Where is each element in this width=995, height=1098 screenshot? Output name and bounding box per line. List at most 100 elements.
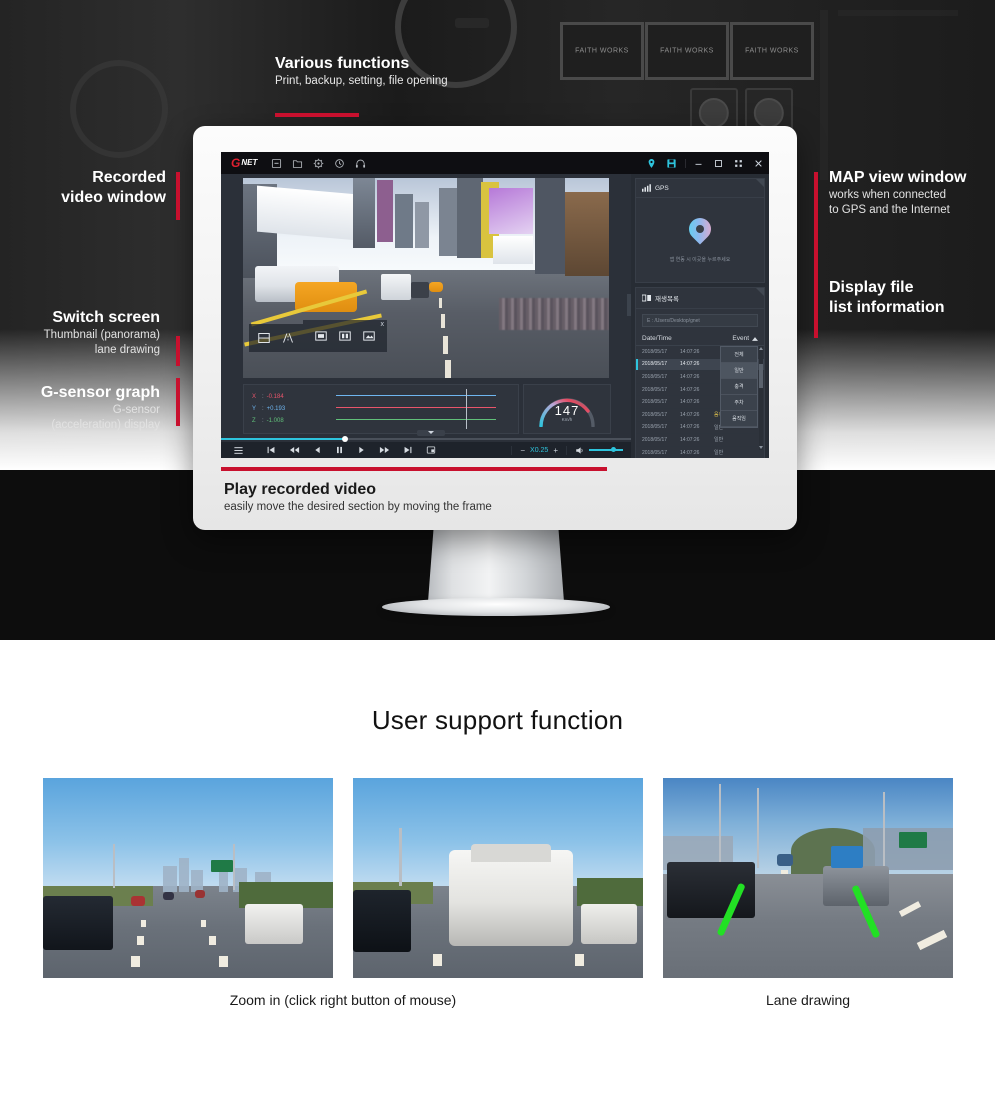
headphone-icon[interactable] [355,158,366,169]
clock-icon[interactable] [334,158,345,169]
single-view-icon[interactable] [314,330,328,342]
scroll-up-arrow[interactable] [759,347,763,350]
annotation-title: Play recorded video [224,481,377,498]
settings-icon[interactable] [313,158,324,169]
close-button[interactable] [754,159,763,168]
row-date: 2018/05/17 [642,386,668,393]
skip-to-start-icon[interactable] [266,445,276,455]
photo-pole [883,792,885,868]
speedometer-panel: 147 Km/h [523,384,611,434]
row-time: 14:07:26 [680,348,700,355]
skip-to-end-icon[interactable] [403,445,413,455]
annotation-accent-bar [176,378,180,426]
photo-road-sign [899,832,927,848]
volume-slider[interactable] [589,447,623,452]
photo-lane-dash [219,956,228,967]
photo-lane-dash [575,954,584,966]
panel-corner-decor [756,288,764,296]
dropdown-option-parking[interactable]: 주차 [721,395,757,411]
photo-vehicle-far [195,890,205,898]
gsensor-row-z: Z : -1.008 [252,415,285,427]
annotation-gsensor-graph: G-sensor graph G-sensor (acceleration) d… [0,383,160,433]
rewind-icon[interactable] [289,445,300,455]
folder-path-value: E : /Users/Desktop/gnet [647,317,700,324]
background-bar-decor [838,10,958,16]
photo-vehicle-far [777,854,793,866]
dropdown-option-impact[interactable]: 충격 [721,379,757,395]
folder-path-field[interactable]: E : /Users/Desktop/gnet [642,314,758,327]
playlist-panel: 재생목록 E : /Users/Desktop/gnet Date/Time E… [635,287,765,458]
column-datetime[interactable]: Date/Time [642,335,732,342]
dual-view-icon[interactable] [338,330,352,342]
dropdown-option-motion[interactable]: 움직임 [721,411,757,427]
annotation-subtitle: Print, backup, setting, file opening [275,75,448,87]
video-billboard [489,188,533,234]
caption-zoom-in: Zoom in (click right button of mouse) [229,992,457,1008]
monitor-stand-base [382,598,610,616]
wall-frame-text: FAITH WORKS [745,47,799,55]
row-time: 14:07:26 [680,411,700,418]
capture-icon[interactable] [426,445,436,455]
gsensor-value-x: -0.184 [266,394,284,400]
table-row[interactable]: 2018/05/17 14:07:26 일반 [636,447,764,458]
column-event[interactable]: Event [732,335,758,342]
photo-skyline [179,858,189,892]
photo-vehicle-far [163,892,174,900]
fullscreen-button[interactable] [734,159,743,168]
video-dash [445,360,451,378]
speed-increase-button[interactable]: + [553,446,558,455]
play-icon[interactable] [357,445,366,455]
gps-panel-header: GPS [636,179,764,198]
table-row[interactable]: 2018/05/17 14:07:26 일반 [636,434,764,447]
save-icon[interactable] [666,158,677,169]
event-filter-dropdown[interactable]: 전체 일반 충격 주차 움직임 [720,346,758,428]
gps-hint-text: 앱 연동 시 이곳을 누르주세요 [669,256,731,263]
wall-frame-text: FAITH WORKS [660,47,714,55]
pause-icon[interactable] [335,445,344,455]
maximize-button[interactable] [714,159,723,168]
wall-frame-1: FAITH WORKS [560,22,644,80]
annotation-subtitle: works when connected [829,189,946,201]
frame-range-handle[interactable] [417,430,445,436]
step-back-icon[interactable] [313,445,322,455]
window-controls [685,158,763,168]
close-icon[interactable]: x [381,321,385,328]
speed-decrease-button[interactable]: − [520,446,525,455]
hamburger-menu-icon[interactable] [233,445,244,456]
volume-icon[interactable] [575,446,585,455]
gsensor-separator: : [262,394,264,400]
split-screen-icon[interactable] [257,332,271,344]
lane-drawing-icon[interactable] [281,332,295,344]
photo-road-sign [211,860,233,872]
print-icon[interactable] [271,158,282,169]
gsensor-values: X : -0.184 Y : +0.193 Z : -1.008 [252,391,285,427]
gsensor-value-y: +0.193 [266,406,286,412]
list-scrollbar[interactable] [759,346,763,450]
row-date: 2018/05/17 [642,348,668,355]
gsensor-trace-x [336,407,496,408]
folder-open-icon[interactable] [292,158,303,169]
pane-resize-grip[interactable] [627,294,631,316]
wall-frame-2: FAITH WORKS [645,22,729,80]
dropdown-option-all[interactable]: 전체 [721,347,757,363]
caret-up-icon[interactable] [752,336,758,341]
gsensor-axis-label: Y [252,406,257,412]
dropdown-option-normal[interactable]: 일반 [721,363,757,379]
gps-map-placeholder[interactable]: 앱 연동 시 이곳을 누르주세요 [636,198,764,282]
map-pin-icon[interactable] [646,158,657,169]
scroll-down-arrow[interactable] [759,446,763,449]
scrollbar-thumb[interactable] [759,364,763,388]
file-list-header: Date/Time Event [636,332,764,346]
gsensor-axis-label: X [252,394,257,400]
photo-zoom-after [353,778,643,978]
monitor-stand-neck [428,530,564,602]
minimize-button[interactable] [694,159,703,168]
map-pin-icon[interactable] [684,212,716,248]
annotation-accent-bar [814,172,818,280]
video-viewport[interactable]: x [243,178,609,378]
fast-forward-icon[interactable] [379,445,390,455]
seek-progress [221,438,345,440]
panorama-view-icon[interactable] [362,330,376,342]
app-body: x X: -0.184 Y: +0.193 Z: -1.008 147 K… [221,174,769,458]
video-crowd [499,298,609,330]
